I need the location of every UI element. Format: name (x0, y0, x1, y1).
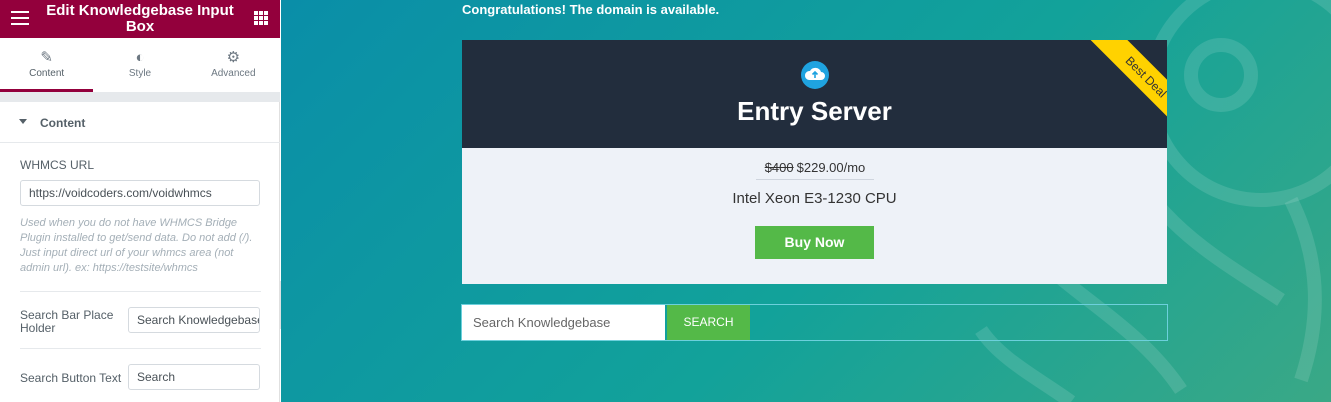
field-divider (20, 348, 261, 349)
preview-area: Congratulations! The domain is available… (281, 0, 1331, 402)
plan-title: Entry Server (737, 96, 892, 126)
pencil-icon: ✎ (40, 49, 53, 66)
tab-content-label: Content (29, 68, 65, 79)
tabs-separator (0, 92, 280, 102)
knowledgebase-search-bar: Search Knowledgebase SEARCH (461, 304, 1168, 341)
panel-title: Edit Knowledgebase Input Box (46, 2, 234, 35)
gear-icon: ⚙ (226, 49, 241, 66)
editor-panel: Edit Knowledgebase Input Box ✎ Content ◐… (0, 0, 280, 402)
half-circle-icon: ◐ (135, 49, 145, 66)
whmcs-url-help-text: Used when you do not have WHMCS Bridge P… (20, 217, 253, 274)
button-text-input[interactable]: Search (128, 364, 260, 390)
field-divider (20, 291, 261, 292)
placeholder-input[interactable]: Search Knowledgebase (128, 307, 260, 333)
domain-available-message: Congratulations! The domain is available… (462, 2, 720, 17)
tab-style[interactable]: ◐ Style (93, 38, 186, 92)
tab-advanced[interactable]: ⚙ Advanced (187, 38, 280, 92)
widgets-grid-icon[interactable] (254, 11, 268, 25)
buy-now-button[interactable]: Buy Now (755, 226, 874, 259)
menu-icon[interactable] (11, 11, 29, 25)
plan-feature: Intel Xeon E3-1230 CPU (732, 190, 897, 207)
knowledgebase-search-input[interactable]: Search Knowledgebase (462, 305, 665, 340)
whmcs-url-input[interactable]: https://voidcoders.com/voidwhmcs (20, 180, 260, 206)
section-toggle-content[interactable]: Content (0, 103, 280, 143)
panel-tabs: ✎ Content ◐ Style ⚙ Advanced (0, 38, 280, 92)
plan-price: $400 $229.00/mo (756, 160, 874, 180)
old-price: $400 (764, 160, 794, 175)
button-text-label: Search Button Text (20, 371, 122, 385)
knowledgebase-search-button[interactable]: SEARCH (667, 305, 750, 340)
tab-advanced-label: Advanced (211, 68, 256, 79)
tab-style-label: Style (128, 68, 152, 79)
panel-header: Edit Knowledgebase Input Box (0, 0, 280, 38)
pricing-card-header (462, 40, 1167, 148)
cloud-upload-icon (801, 61, 829, 89)
tab-content[interactable]: ✎ Content (0, 38, 94, 92)
current-price: $229.00/mo (796, 160, 866, 175)
caret-down-icon (19, 119, 27, 124)
placeholder-label: Search Bar Place Holder (20, 308, 114, 335)
section-title: Content (40, 116, 86, 130)
pricing-card: Entry Server Best Deal $400 $229.00/mo In… (462, 40, 1167, 284)
whmcs-url-label: WHMCS URL (20, 158, 94, 172)
